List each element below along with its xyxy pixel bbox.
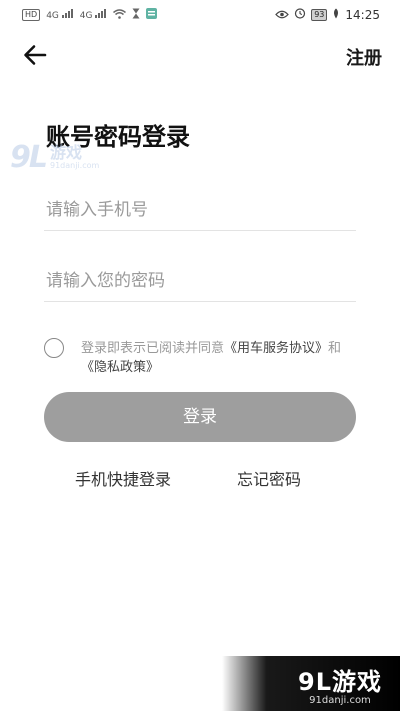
register-link[interactable]: 注册 bbox=[346, 44, 382, 70]
login-button[interactable]: 登录 bbox=[44, 392, 356, 442]
signal-icon-2: 4G bbox=[80, 9, 108, 21]
agreement-row: 登录即表示已阅读并同意《用车服务协议》和《隐私政策》 bbox=[44, 337, 364, 377]
status-time: 14:25 bbox=[345, 7, 380, 22]
top-bar: 注册 bbox=[0, 38, 400, 74]
phone-input[interactable] bbox=[44, 190, 360, 230]
status-right: 93 14:25 bbox=[275, 7, 380, 22]
hourglass-icon bbox=[132, 8, 140, 22]
agreement-text: 登录即表示已阅读并同意《用车服务协议》和《隐私政策》 bbox=[81, 339, 361, 377]
back-button[interactable] bbox=[22, 42, 48, 68]
network-label: 4G bbox=[46, 11, 59, 21]
password-field-container bbox=[44, 261, 360, 302]
app-notification-icon bbox=[146, 8, 158, 22]
leaf-icon bbox=[332, 8, 340, 22]
watermark-url: 91danji.com bbox=[50, 161, 100, 170]
agreement-and: 和 bbox=[328, 341, 342, 356]
arrow-left-icon bbox=[24, 45, 47, 65]
watermark-overlay: 9L 游戏 91danji.com bbox=[10, 140, 99, 175]
alarm-icon bbox=[294, 7, 306, 22]
watermark-name: 游戏 bbox=[50, 143, 83, 162]
watermark-badge: 9L游戏 91danji.com bbox=[222, 656, 400, 711]
quick-login-link[interactable]: 手机快捷登录 bbox=[75, 466, 171, 490]
agreement-checkbox[interactable] bbox=[44, 338, 64, 358]
password-input[interactable] bbox=[44, 261, 360, 301]
agreement-prefix: 登录即表示已阅读并同意 bbox=[81, 341, 225, 356]
phone-field-container bbox=[44, 190, 360, 231]
watermark-logo: 9L bbox=[10, 140, 48, 175]
status-left: HD 4G 4G bbox=[22, 8, 158, 22]
network-label-2: 4G bbox=[79, 11, 93, 21]
privacy-link[interactable]: 《隐私政策》 bbox=[81, 360, 159, 375]
status-bar: HD 4G 4G 93 14:25 bbox=[0, 0, 400, 30]
terms-link[interactable]: 《用车服务协议》 bbox=[224, 341, 328, 356]
watermark-badge-name: 游戏 bbox=[332, 668, 382, 696]
wifi-icon bbox=[113, 8, 127, 22]
watermark-badge-title: 9L游戏 bbox=[298, 662, 382, 697]
hd-indicator: HD bbox=[22, 9, 41, 21]
watermark-badge-logo: 9L bbox=[298, 668, 332, 696]
battery-indicator: 93 bbox=[311, 8, 328, 21]
watermark-badge-url: 91danji.com bbox=[309, 695, 371, 706]
forgot-password-link[interactable]: 忘记密码 bbox=[237, 466, 301, 490]
signal-icon: 4G bbox=[46, 9, 74, 21]
eye-icon bbox=[275, 8, 290, 22]
